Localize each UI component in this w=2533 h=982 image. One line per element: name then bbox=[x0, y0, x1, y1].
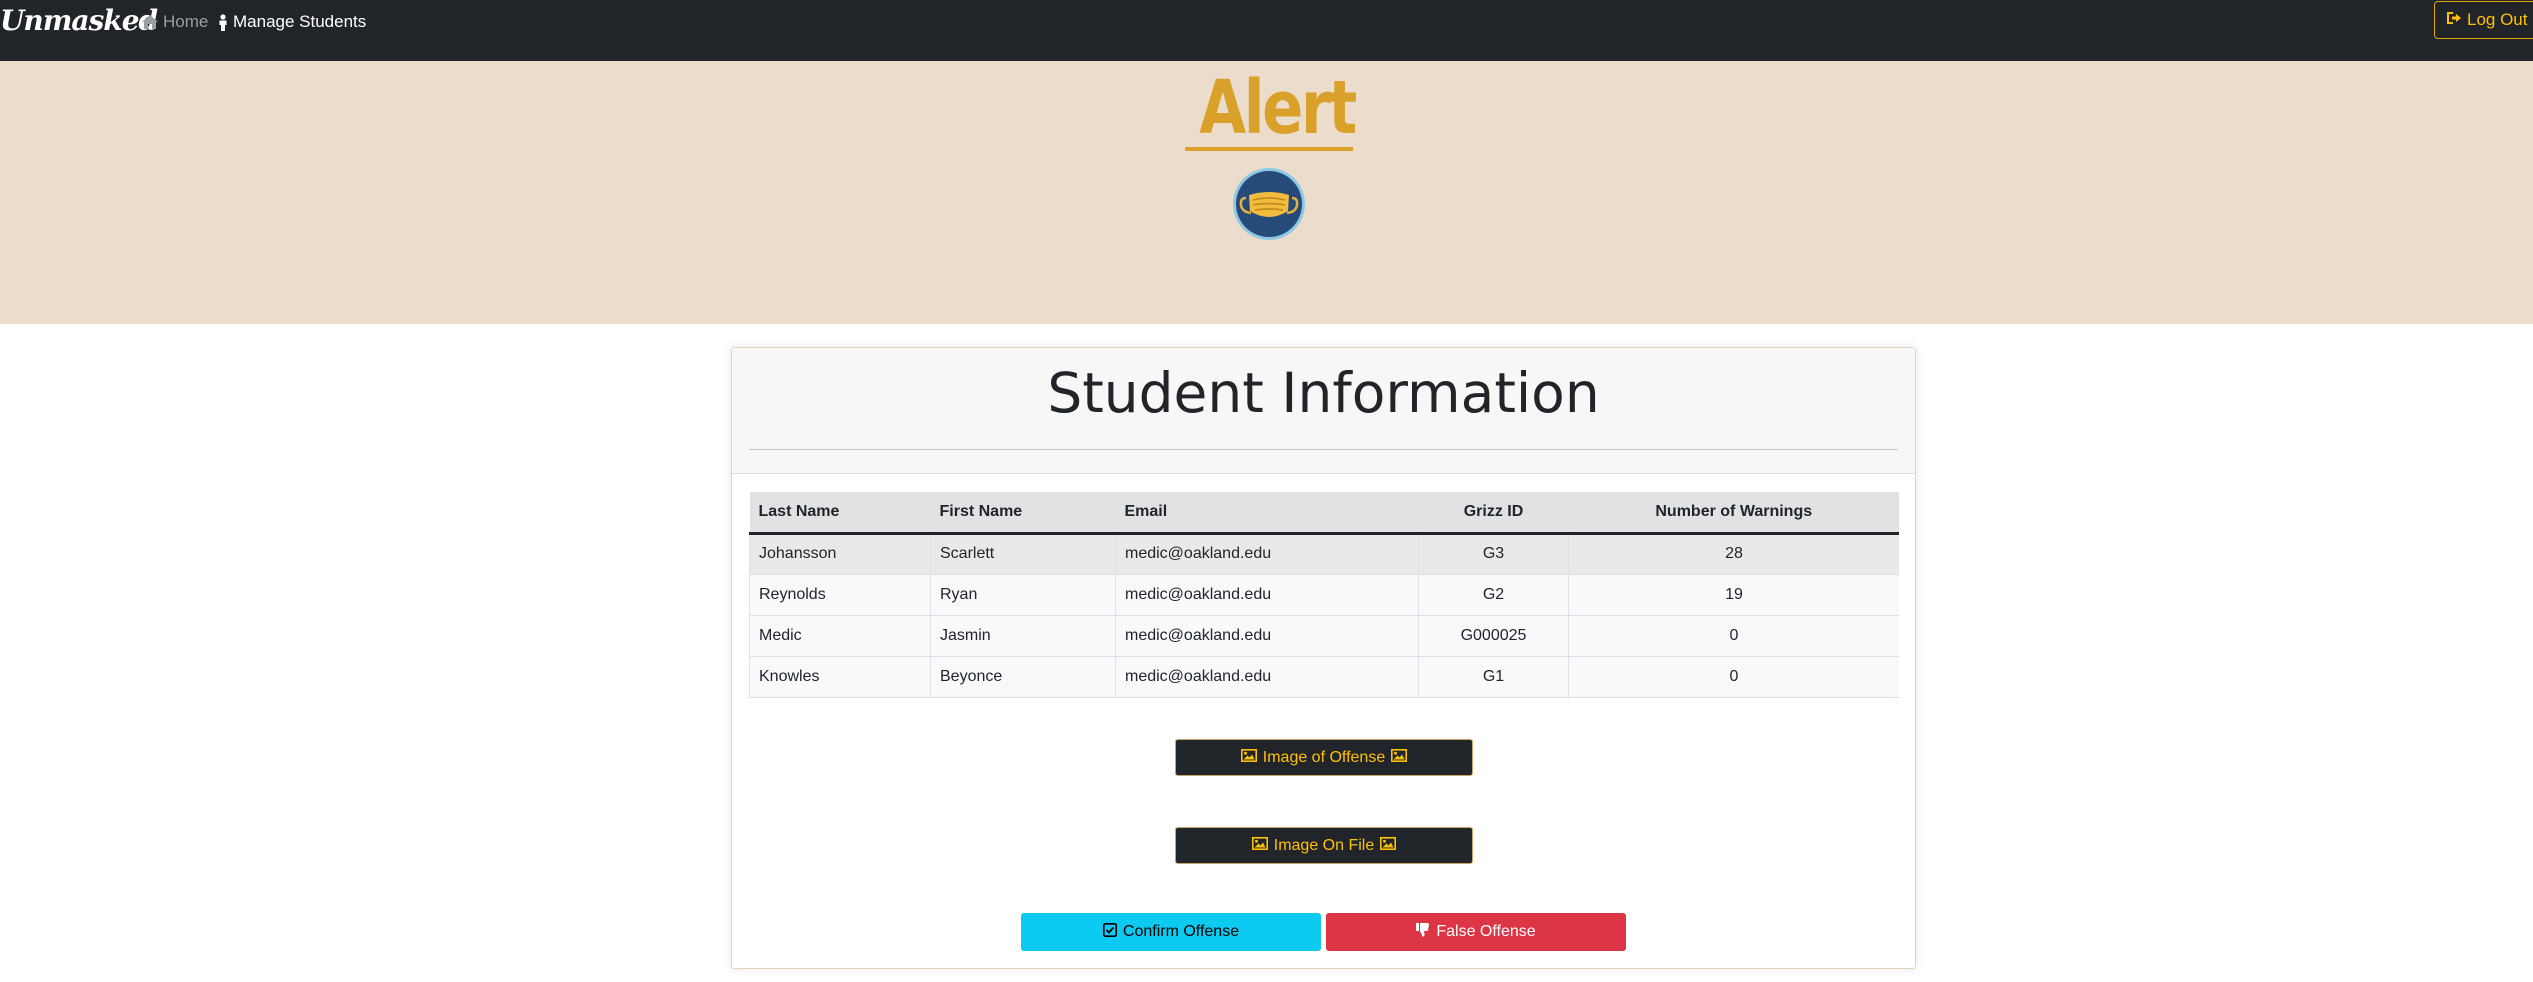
image-icon bbox=[1251, 836, 1268, 855]
cell-email: medic@oakland.edu bbox=[1115, 532, 1419, 574]
image-icon bbox=[1391, 748, 1408, 767]
cell-warnings: 0 bbox=[1568, 655, 1899, 698]
image-on-file-button[interactable]: Image On File bbox=[1175, 827, 1473, 864]
image-of-offense-button[interactable]: Image of Offense bbox=[1175, 739, 1473, 776]
image-of-offense-label: Image of Offense bbox=[1262, 748, 1386, 766]
image-on-file-label: Image On File bbox=[1273, 836, 1375, 854]
column-header-grizz-id: Grizz ID bbox=[1418, 492, 1569, 535]
brand-logo[interactable]: Unmasked bbox=[0, 4, 158, 37]
nav-home-label: Home bbox=[163, 12, 209, 31]
image-icon bbox=[1240, 748, 1257, 767]
table-row[interactable]: Knowles Beyonce medic@oakland.edu G1 0 bbox=[749, 655, 1899, 698]
cell-email: medic@oakland.edu bbox=[1115, 614, 1419, 656]
student-information-card: Student Information Last Name First Name… bbox=[731, 347, 1916, 969]
nav-manage-students-link[interactable]: Manage Students bbox=[218, 12, 366, 32]
cell-first-name: Ryan bbox=[930, 573, 1116, 615]
cell-grizz-id: G3 bbox=[1418, 532, 1569, 574]
table-header-row: Last Name First Name Email Grizz ID Numb… bbox=[749, 492, 1899, 535]
cell-grizz-id: G000025 bbox=[1418, 614, 1569, 656]
logout-label: Log Out bbox=[2467, 10, 2528, 29]
table-row[interactable]: Medic Jasmin medic@oakland.edu G000025 0 bbox=[749, 614, 1899, 656]
nav-manage-label: Manage Students bbox=[233, 12, 367, 31]
logout-button[interactable]: Log Out bbox=[2434, 1, 2533, 39]
cell-grizz-id: G2 bbox=[1418, 573, 1569, 615]
column-header-first-name: First Name bbox=[930, 492, 1116, 535]
thumbs-down-icon bbox=[1416, 922, 1430, 942]
cell-first-name: Scarlett bbox=[930, 532, 1116, 574]
false-offense-label: False Offense bbox=[1436, 923, 1536, 940]
cell-warnings: 28 bbox=[1568, 532, 1899, 574]
card-header: Student Information bbox=[732, 348, 1915, 474]
column-header-last-name: Last Name bbox=[749, 492, 931, 535]
cell-last-name: Johansson bbox=[749, 532, 931, 574]
cell-last-name: Knowles bbox=[749, 655, 931, 698]
confirm-offense-button[interactable]: Confirm Offense bbox=[1021, 913, 1321, 951]
table-row[interactable]: Johansson Scarlett medic@oakland.edu G3 … bbox=[749, 532, 1899, 574]
cell-last-name: Medic bbox=[749, 614, 931, 656]
cell-last-name: Reynolds bbox=[749, 573, 931, 615]
check-square-icon bbox=[1102, 922, 1117, 942]
top-navbar: Unmasked Home Manage Students Log Out bbox=[0, 0, 2533, 61]
face-mask-icon bbox=[1232, 167, 1306, 241]
cell-grizz-id: G1 bbox=[1418, 655, 1569, 698]
sign-out-icon bbox=[2446, 10, 2462, 30]
confirm-offense-label: Confirm Offense bbox=[1122, 923, 1240, 940]
column-header-email: Email bbox=[1115, 492, 1419, 535]
cell-email: medic@oakland.edu bbox=[1115, 573, 1419, 615]
column-header-warnings: Number of Warnings bbox=[1568, 492, 1899, 535]
alert-heading-underline bbox=[1185, 147, 1353, 151]
user-icon bbox=[218, 13, 228, 31]
false-offense-button[interactable]: False Offense bbox=[1326, 913, 1626, 951]
cell-email: medic@oakland.edu bbox=[1115, 655, 1419, 698]
home-icon bbox=[142, 15, 158, 29]
card-title-divider bbox=[749, 449, 1898, 450]
cell-first-name: Jasmin bbox=[930, 614, 1116, 656]
image-icon bbox=[1380, 836, 1397, 855]
table-row[interactable]: Reynolds Ryan medic@oakland.edu G2 19 bbox=[749, 573, 1899, 615]
cell-first-name: Beyonce bbox=[930, 655, 1116, 698]
nav-home-link[interactable]: Home bbox=[142, 12, 208, 32]
cell-warnings: 0 bbox=[1568, 614, 1899, 656]
cell-warnings: 19 bbox=[1568, 573, 1899, 615]
student-table: Last Name First Name Email Grizz ID Numb… bbox=[749, 492, 1899, 698]
alert-heading: Alert bbox=[1199, 65, 1357, 151]
card-title: Student Information bbox=[1047, 361, 1600, 425]
